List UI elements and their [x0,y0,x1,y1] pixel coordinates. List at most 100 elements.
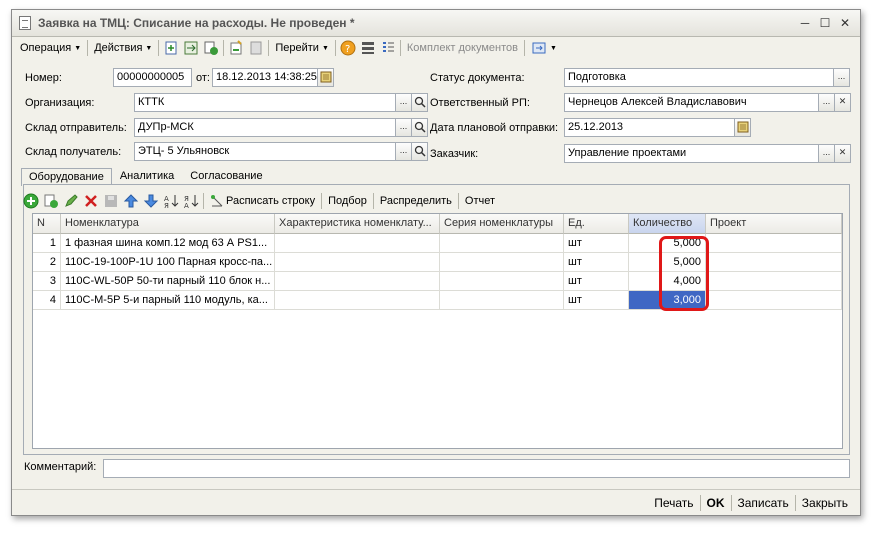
cell-characteristic[interactable] [275,234,440,253]
save-button[interactable]: Записать [732,496,795,510]
responsible-field[interactable]: Чернецов Алексей Владиславович [564,93,819,112]
equipment-table[interactable]: N Номенклатура Характеристика номенклату… [32,213,843,449]
ship-date-calendar-button[interactable] [734,118,751,137]
customer-select-button[interactable]: ... [818,144,835,163]
split-row-icon [211,195,223,207]
sort-descending-icon[interactable]: ЯA [181,192,201,210]
tab-approval[interactable]: Согласование [182,167,270,185]
actions-menu[interactable]: Действия ▼ [90,39,156,57]
column-header-series[interactable]: Серия номенклатуры [440,214,564,234]
cell-unit[interactable]: шт [564,272,629,291]
cell-n[interactable]: 3 [33,272,61,291]
movement-icon[interactable] [181,39,201,57]
cell-project[interactable] [706,253,842,272]
cell-series[interactable] [440,234,564,253]
maximize-icon[interactable]: ☐ [818,16,832,30]
close-button[interactable]: Закрыть [796,496,854,510]
calendar-button[interactable] [317,68,334,87]
ok-button[interactable]: OK [701,496,731,510]
organization-field[interactable]: КТТК [134,93,396,112]
number-label: Номер: [25,72,62,84]
move-up-icon[interactable] [121,192,141,210]
move-down-icon[interactable] [141,192,161,210]
cell-project[interactable] [706,272,842,291]
cell-characteristic[interactable] [275,272,440,291]
add-row-icon[interactable] [21,192,41,210]
warehouse-to-select-button[interactable]: ... [395,142,412,161]
responsible-clear-button[interactable]: ✕ [834,93,851,112]
copy-row-icon[interactable] [41,192,61,210]
date-from-label: от: [196,72,210,84]
ship-date-label: Дата плановой отправки: [430,122,559,134]
cell-unit[interactable]: шт [564,253,629,272]
post-close-icon[interactable] [161,39,181,57]
cell-n[interactable]: 4 [33,291,61,310]
cell-project[interactable] [706,291,842,310]
customer-clear-button[interactable]: ✕ [834,144,851,163]
column-header-quantity[interactable]: Количество [629,214,706,234]
cell-nomenclature[interactable]: 110C-WL-50P 50-ти парный 110 блок н... [61,272,275,291]
tab-bar: Оборудование Аналитика Согласование [21,167,271,186]
date-field[interactable]: 18.12.2013 14:38:25 [212,68,318,87]
warehouse-to-field[interactable]: ЭТЦ- 5 Ульяновск [134,142,396,161]
help-icon[interactable]: ? [338,39,358,57]
cell-series[interactable] [440,253,564,272]
close-icon[interactable]: ✕ [838,16,852,30]
cell-nomenclature[interactable]: 110C-19-100P-1U 100 Парная кросс-па... [61,253,275,272]
cell-series[interactable] [440,272,564,291]
warehouse-from-field[interactable]: ДУПр-МСК [134,118,396,137]
pick-button[interactable]: Подбор [324,192,371,210]
operation-menu[interactable]: Операция ▼ [16,39,85,57]
column-header-unit[interactable]: Ед. [564,214,629,234]
cell-n[interactable]: 2 [33,253,61,272]
copy-doc-icon[interactable] [201,39,221,57]
goto-menu[interactable]: Перейти ▼ [271,39,333,57]
save-row-icon[interactable] [101,192,121,210]
tab-analytics[interactable]: Аналитика [112,167,182,185]
distribute-button[interactable]: Распределить [376,192,456,210]
status-field[interactable]: Подготовка [564,68,834,87]
document-window: Заявка на ТМЦ: Списание на расходы. Не п… [11,9,861,516]
cell-characteristic[interactable] [275,291,440,310]
clear-icon: ✕ [838,96,847,106]
organization-search-button[interactable] [411,93,428,112]
document-set-button[interactable]: Комплект документов [403,39,522,57]
customer-label: Заказчик: [430,148,479,160]
toolbar-divider [268,40,270,56]
column-header-n[interactable]: N [33,214,61,234]
cell-unit[interactable]: шт [564,291,629,310]
warehouse-from-select-button[interactable]: ... [395,118,412,137]
print-button[interactable]: Печать [648,496,699,510]
ship-date-field[interactable]: 25.12.2013 [564,118,735,137]
sort-ascending-icon[interactable]: AЯ [161,192,181,210]
input-basis-icon[interactable] [226,39,246,57]
split-row-button[interactable]: Расписать строку [206,192,319,210]
status-select-button[interactable]: ... [833,68,850,87]
cell-project[interactable] [706,234,842,253]
comment-field[interactable] [103,459,850,478]
export-menu[interactable]: ▼ [527,39,561,57]
number-field[interactable]: 00000000005 [113,68,192,87]
delete-row-icon[interactable] [81,192,101,210]
warehouse-to-search-button[interactable] [411,142,428,161]
cell-nomenclature[interactable]: 110C-M-5P 5-и парный 110 модуль, ка... [61,291,275,310]
customer-field[interactable]: Управление проектами [564,144,819,163]
cell-nomenclature[interactable]: 1 фазная шина комп.12 мод 63 А PS1... [61,234,275,253]
column-header-project[interactable]: Проект [706,214,842,234]
warehouse-from-search-button[interactable] [411,118,428,137]
cell-unit[interactable]: шт [564,234,629,253]
cell-n[interactable]: 1 [33,234,61,253]
organization-select-button[interactable]: ... [395,93,412,112]
responsible-select-button[interactable]: ... [818,93,835,112]
column-header-characteristic[interactable]: Характеристика номенклату... [275,214,440,234]
cell-series[interactable] [440,291,564,310]
list-view-icon[interactable] [358,39,378,57]
cell-characteristic[interactable] [275,253,440,272]
minimize-icon[interactable]: ─ [798,16,812,30]
structure-icon[interactable] [246,39,266,57]
column-header-nomenclature[interactable]: Номенклатура [61,214,275,234]
report-button[interactable]: Отчет [461,192,499,210]
edit-row-icon[interactable] [61,192,81,210]
tree-list-icon[interactable] [378,39,398,57]
toolbar-divider [523,40,525,56]
